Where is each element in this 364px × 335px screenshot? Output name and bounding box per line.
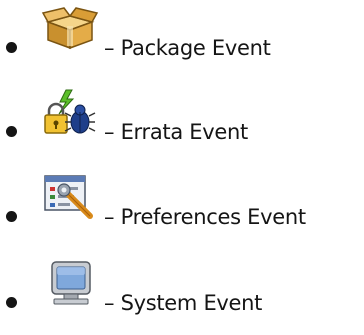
- package-box-icon: [40, 0, 100, 50]
- legend-label: – Package Event: [104, 36, 271, 60]
- bullet-icon: [6, 211, 17, 222]
- event-type-legend: – Package Event – Errata Event – Prefere…: [0, 0, 364, 335]
- legend-item-system-event: – System Event: [0, 261, 364, 323]
- legend-label: – Errata Event: [104, 120, 248, 144]
- legend-label: – System Event: [104, 291, 263, 315]
- legend-label: – Preferences Event: [104, 205, 306, 229]
- bullet-icon: [6, 126, 17, 137]
- errata-bug-lock-icon: [40, 88, 100, 138]
- bullet-icon: [6, 42, 17, 53]
- legend-item-errata-event: – Errata Event: [0, 89, 364, 152]
- preferences-wrench-icon: [40, 172, 100, 222]
- system-monitor-icon: [40, 258, 100, 308]
- bullet-icon: [6, 297, 17, 308]
- legend-item-package-event: – Package Event: [0, 7, 364, 68]
- legend-item-preferences-event: – Preferences Event: [0, 175, 364, 237]
